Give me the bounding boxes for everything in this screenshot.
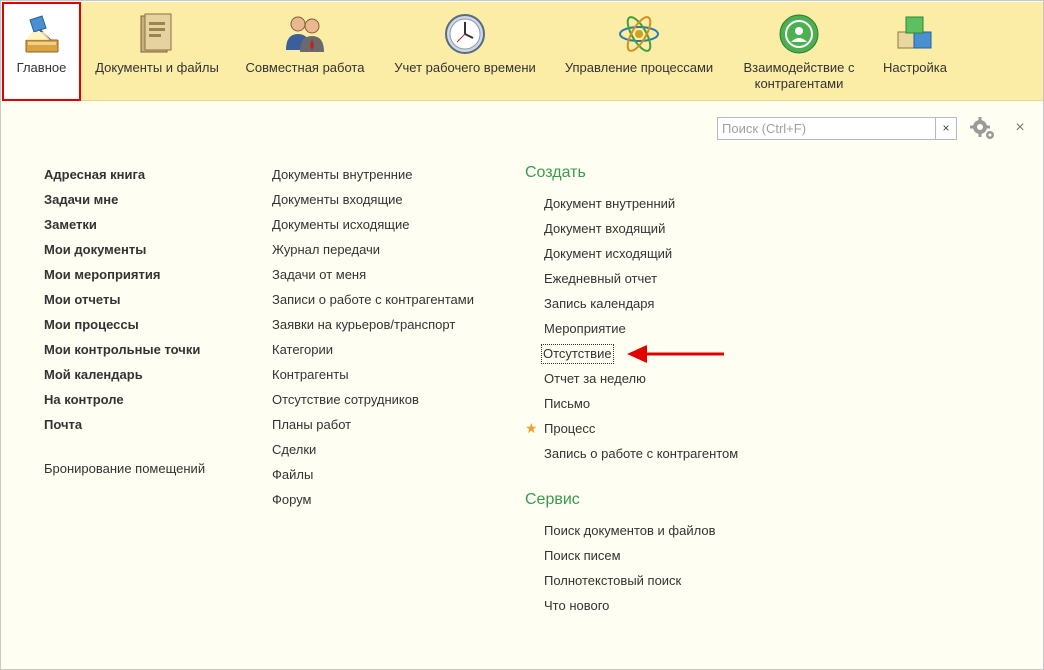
close-button[interactable]: ×	[1011, 117, 1029, 139]
section-collaboration[interactable]: Совместная работа	[236, 2, 374, 101]
settings-cubes-icon	[897, 16, 932, 49]
link-my-tasks[interactable]: Задачи мне	[44, 192, 118, 208]
link-my-reports[interactable]: Мои отчеты	[44, 292, 120, 308]
clock-icon	[445, 14, 485, 54]
section-time-tracking[interactable]: Учет рабочего времени	[386, 2, 544, 101]
link-mail[interactable]: Почта	[44, 417, 82, 433]
link-work-plans[interactable]: Планы работ	[272, 417, 351, 433]
create-outgoing-document[interactable]: Документ исходящий	[544, 246, 672, 262]
create-calendar-entry[interactable]: Запись календаря	[544, 296, 654, 312]
service-whats-new[interactable]: Что нового	[544, 598, 609, 614]
service-search-letters[interactable]: Поиск писем	[544, 548, 621, 564]
pointer-arrow-icon	[627, 345, 724, 363]
section-time-tracking-label: Учет рабочего времени	[394, 60, 536, 75]
main-desk-lamp-icon	[25, 15, 58, 53]
section-counterparty-label-line1: Взаимодействие с	[743, 60, 855, 75]
section-counterparty-label-line2: контрагентами	[754, 76, 844, 91]
link-deals[interactable]: Сделки	[272, 442, 316, 458]
service-group-title: Сервис	[525, 491, 580, 508]
search-input[interactable]	[717, 117, 936, 140]
process-atom-icon	[619, 16, 659, 52]
link-my-processes[interactable]: Мои процессы	[44, 317, 139, 333]
section-main-label: Главное	[16, 60, 67, 75]
create-counterparty-work-record[interactable]: Запись о работе с контрагентом	[544, 446, 738, 462]
section-settings-label: Настройка	[883, 60, 947, 75]
link-courier-requests[interactable]: Заявки на курьеров/транспорт	[272, 317, 455, 333]
create-process[interactable]: Процесс	[544, 421, 595, 437]
link-internal-documents[interactable]: Документы внутренние	[272, 167, 412, 183]
link-room-booking[interactable]: Бронирование помещений	[44, 461, 205, 477]
app-window: Главное Документы и файлы Совместная раб…	[0, 0, 1044, 670]
create-weekly-report[interactable]: Отчет за неделю	[544, 371, 646, 387]
service-fulltext-search[interactable]: Полнотекстовый поиск	[544, 573, 681, 589]
section-process-management[interactable]: Управление процессами	[558, 2, 720, 101]
section-documents-files[interactable]: Документы и файлы	[86, 2, 228, 101]
create-absence[interactable]: Отсутствие	[541, 344, 614, 364]
link-files[interactable]: Файлы	[272, 467, 313, 483]
link-employee-absence[interactable]: Отсутствие сотрудников	[272, 392, 419, 408]
create-incoming-document[interactable]: Документ входящий	[544, 221, 665, 237]
link-my-events[interactable]: Мои мероприятия	[44, 267, 160, 283]
link-counterparty-work-records[interactable]: Записи о работе с контрагентами	[272, 292, 474, 308]
create-group-title: Создать	[525, 164, 586, 181]
collaboration-people-icon	[286, 16, 324, 52]
link-notes[interactable]: Заметки	[44, 217, 97, 233]
search-clear-button[interactable]: ×	[935, 117, 957, 140]
link-categories[interactable]: Категории	[272, 342, 333, 358]
link-transfer-journal[interactable]: Журнал передачи	[272, 242, 380, 258]
link-incoming-documents[interactable]: Документы входящие	[272, 192, 403, 208]
gear-icon[interactable]	[968, 115, 998, 141]
section-process-management-label: Управление процессами	[564, 60, 714, 75]
link-forum[interactable]: Форум	[272, 492, 312, 508]
section-documents-files-label: Документы и файлы	[95, 60, 219, 75]
link-my-calendar[interactable]: Мой календарь	[44, 367, 143, 383]
create-internal-document[interactable]: Документ внутренний	[544, 196, 675, 212]
create-daily-report[interactable]: Ежедневный отчет	[544, 271, 657, 287]
link-my-checkpoints[interactable]: Мои контрольные точки	[44, 342, 200, 358]
section-settings[interactable]: Настройка	[876, 2, 954, 101]
section-counterparty-interaction[interactable]: Взаимодействие с контрагентами	[732, 2, 866, 101]
link-outgoing-documents[interactable]: Документы исходящие	[272, 217, 410, 233]
link-tasks-from-me[interactable]: Задачи от меня	[272, 267, 366, 283]
service-search-docs-files[interactable]: Поиск документов и файлов	[544, 523, 715, 539]
link-my-documents[interactable]: Мои документы	[44, 242, 146, 258]
section-counterparty-interaction-label: Взаимодействие с контрагентами	[732, 60, 866, 92]
favorite-star-icon: ★	[525, 420, 538, 436]
sections-panel: Главное Документы и файлы Совместная раб…	[2, 2, 1043, 101]
create-event[interactable]: Мероприятие	[544, 321, 626, 337]
interaction-cycle-icon	[779, 14, 819, 54]
create-letter[interactable]: Письмо	[544, 396, 590, 412]
documents-folder-icon	[140, 13, 172, 53]
link-on-control[interactable]: На контроле	[44, 392, 124, 408]
section-main[interactable]: Главное	[2, 2, 81, 101]
link-counterparties[interactable]: Контрагенты	[272, 367, 349, 383]
link-address-book[interactable]: Адресная книга	[44, 167, 145, 183]
section-collaboration-label: Совместная работа	[245, 60, 365, 75]
